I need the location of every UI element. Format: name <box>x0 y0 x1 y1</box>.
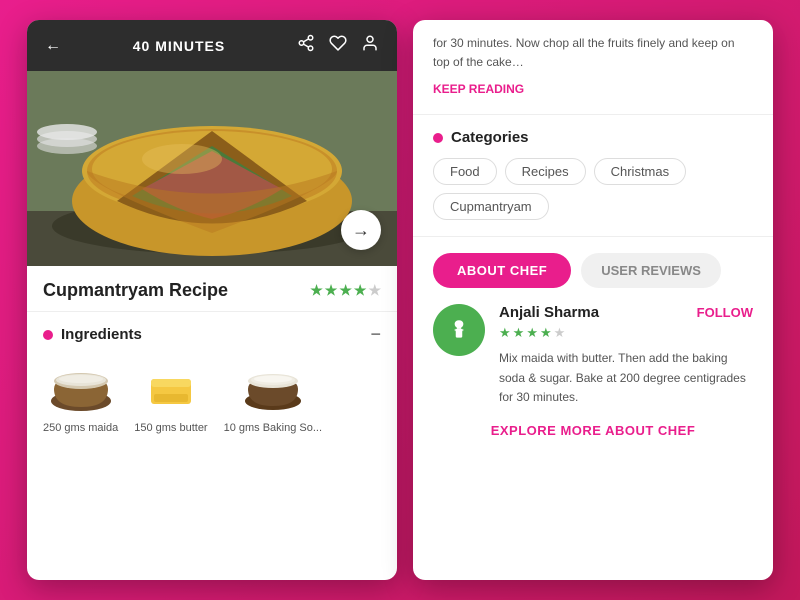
phone-header: ← 40 MINUTES <box>27 20 397 71</box>
food-image: → <box>27 71 397 266</box>
tag-recipes[interactable]: Recipes <box>505 158 586 185</box>
star-1: ★ <box>310 282 323 299</box>
recipe-description-text: for 30 minutes. Now chop all the fruits … <box>433 34 753 72</box>
right-panel: for 30 minutes. Now chop all the fruits … <box>413 20 773 580</box>
recipe-title-section: Cupmantryam Recipe ★ ★ ★ ★ ★ <box>27 266 397 312</box>
heart-icon[interactable] <box>329 34 347 57</box>
ingredient-bowl-3 <box>238 359 308 414</box>
tab-row: ABOUT CHEF USER REVIEWS <box>433 253 753 288</box>
categories-header: Categories <box>433 129 753 146</box>
ingredient-bowl-2 <box>136 359 206 414</box>
tag-christmas[interactable]: Christmas <box>594 158 687 185</box>
ingredient-label-2: 150 gms butter <box>134 422 207 434</box>
tags-row: Food Recipes Christmas Cupmantryam <box>433 158 753 220</box>
ingredients-header-left: Ingredients <box>43 326 142 343</box>
tab-about-chef[interactable]: ABOUT CHEF <box>433 253 571 288</box>
chef-bio: Mix maida with butter. Then add the baki… <box>499 349 753 407</box>
collapse-icon[interactable]: − <box>370 324 381 345</box>
recipe-title-text: Cupmantryam Recipe <box>43 280 228 301</box>
tag-food[interactable]: Food <box>433 158 497 185</box>
star-3: ★ <box>339 282 352 299</box>
recipe-title-row: Cupmantryam Recipe ★ ★ ★ ★ ★ <box>43 280 381 301</box>
chef-star-1: ★ <box>499 325 511 341</box>
star-4: ★ <box>354 282 367 299</box>
categories-dot <box>433 133 443 143</box>
categories-section: Categories Food Recipes Christmas Cupman… <box>413 115 773 237</box>
follow-button[interactable]: FOLLOW <box>697 305 753 320</box>
ingredients-section: Ingredients − 250 gms maida <box>27 312 397 580</box>
chef-info: Anjali Sharma FOLLOW ★ ★ ★ ★ ★ Mix maida… <box>433 304 753 407</box>
star-2: ★ <box>325 282 338 299</box>
ingredients-dot <box>43 330 53 340</box>
profile-icon[interactable] <box>361 34 379 57</box>
explore-chef-link[interactable]: EXPLORE MORE ABOUT CHEF <box>433 423 753 438</box>
ingredient-item: 250 gms maida <box>43 359 118 434</box>
chef-star-2: ★ <box>513 325 525 341</box>
chef-stars: ★ ★ ★ ★ ★ <box>499 325 753 341</box>
left-panel: ← 40 MINUTES <box>27 20 397 580</box>
categories-title: Categories <box>451 129 529 146</box>
header-time-label: 40 MINUTES <box>133 38 225 54</box>
recipe-stars: ★ ★ ★ ★ ★ <box>310 282 381 299</box>
next-button[interactable]: → <box>341 210 381 250</box>
ingredient-item: 150 gms butter <box>134 359 207 434</box>
tab-user-reviews[interactable]: USER REVIEWS <box>581 253 721 288</box>
keep-reading-link[interactable]: KEEP READING <box>433 82 524 96</box>
chef-star-5: ★ <box>554 325 566 341</box>
chef-name: Anjali Sharma <box>499 304 599 321</box>
chef-section: ABOUT CHEF USER REVIEWS Anjali Sharma FO… <box>413 237 773 580</box>
ingredient-item: 10 gms Baking So... <box>224 359 322 434</box>
chef-details: Anjali Sharma FOLLOW ★ ★ ★ ★ ★ Mix maida… <box>499 304 753 407</box>
chef-name-row: Anjali Sharma FOLLOW <box>499 304 753 321</box>
ingredient-label-3: 10 gms Baking So... <box>224 422 322 434</box>
chef-star-3: ★ <box>526 325 538 341</box>
chef-avatar <box>433 304 485 356</box>
share-icon[interactable] <box>297 34 315 57</box>
ingredients-grid: 250 gms maida 150 gms butter <box>43 359 381 434</box>
ingredients-title: Ingredients <box>61 326 142 343</box>
ingredient-bowl-1 <box>46 359 116 414</box>
back-icon[interactable]: ← <box>45 37 61 55</box>
recipe-description: for 30 minutes. Now chop all the fruits … <box>413 20 773 115</box>
ingredients-header: Ingredients − <box>43 324 381 345</box>
ingredient-label-1: 250 gms maida <box>43 422 118 434</box>
chef-star-4: ★ <box>540 325 552 341</box>
star-5: ★ <box>368 282 381 299</box>
tag-cupmantryam[interactable]: Cupmantryam <box>433 193 549 220</box>
header-icons <box>297 34 379 57</box>
